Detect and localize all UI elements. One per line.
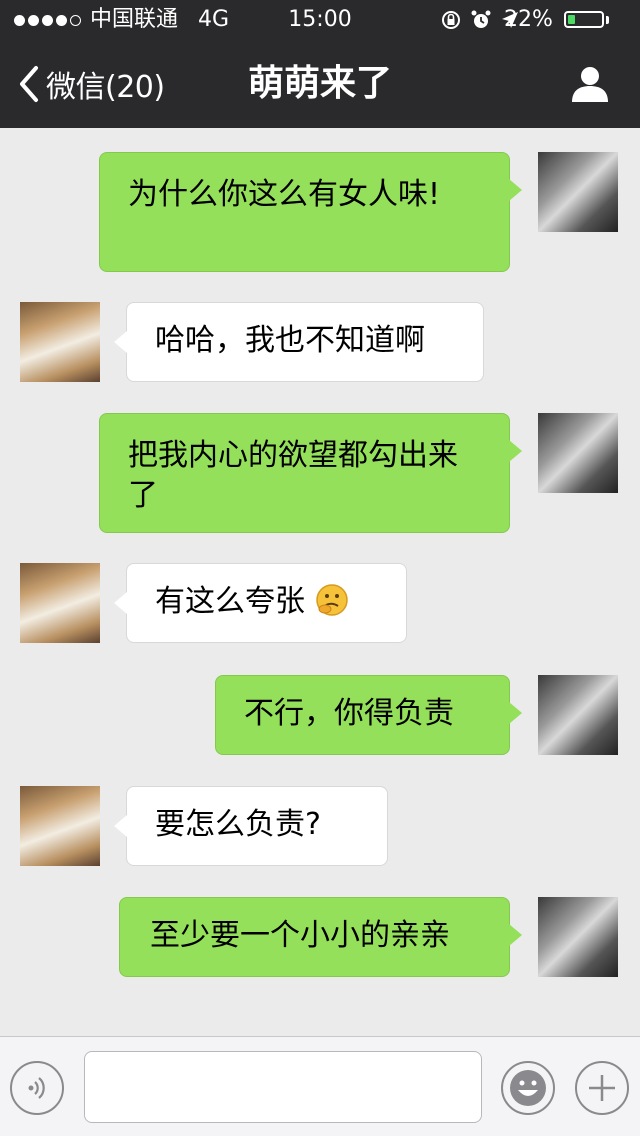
status-bar: 中国联通 4G 15:00 22% <box>0 0 640 40</box>
message-input[interactable] <box>84 1051 482 1123</box>
my-avatar[interactable] <box>538 413 618 493</box>
contact-info-button[interactable] <box>570 64 610 108</box>
message-bubble-sent[interactable]: 至少要一个小小的亲亲 <box>119 897 522 977</box>
my-avatar[interactable] <box>538 897 618 977</box>
chat-title: 萌萌来了 <box>247 63 392 104</box>
message-bubble-sent[interactable]: 把我内心的欲望都勾出来了 <box>99 413 522 533</box>
message-bubble-received[interactable]: 有这么夸张 <box>114 563 407 643</box>
message-bubble-sent[interactable]: 不行，你得负责 <box>215 675 522 755</box>
more-options-button[interactable] <box>575 1061 629 1115</box>
emoji-button[interactable] <box>501 1061 555 1115</box>
battery-fill <box>568 15 575 24</box>
alarm-icon <box>471 10 491 28</box>
contact-avatar[interactable] <box>20 302 100 382</box>
message-text: 要怎么负责? <box>155 807 321 842</box>
chat-area[interactable]: 为什么你这么有女人味! 哈哈，我也不知道啊 把我内心的欲望都勾出来了 有这么夸张… <box>0 128 640 1036</box>
battery-icon <box>564 11 604 28</box>
message-text: 不行，你得负责 <box>244 696 454 731</box>
thinking-face-emoji-icon <box>315 584 348 616</box>
top-bar: 中国联通 4G 15:00 22% 微信(20) 萌萌来了 <box>0 0 640 128</box>
message-text: 哈哈，我也不知道啊 <box>155 323 425 358</box>
voice-input-button[interactable] <box>10 1061 64 1115</box>
message-text: 为什么你这么有女人味! <box>128 177 441 212</box>
contact-avatar[interactable] <box>20 563 100 643</box>
message-text: 至少要一个小小的亲亲 <box>150 918 450 953</box>
contact-avatar[interactable] <box>20 786 100 866</box>
battery-tip <box>606 16 609 24</box>
my-avatar[interactable] <box>538 675 618 755</box>
my-avatar[interactable] <box>538 152 618 232</box>
battery-percentage: 22% <box>504 7 553 32</box>
message-bubble-received[interactable]: 要怎么负责? <box>114 786 388 866</box>
smiley-icon <box>510 1070 546 1106</box>
message-bubble-received[interactable]: 哈哈，我也不知道啊 <box>114 302 484 382</box>
plus-icon <box>589 1075 615 1101</box>
voice-icon <box>28 1077 45 1099</box>
input-bar <box>0 1036 640 1136</box>
person-icon <box>572 67 608 102</box>
message-text: 把我内心的欲望都勾出来了 <box>128 438 458 513</box>
message-bubble-sent[interactable]: 为什么你这么有女人味! <box>99 152 522 272</box>
message-text: 有这么夸张 <box>155 584 305 619</box>
rotation-lock-icon <box>442 11 460 29</box>
